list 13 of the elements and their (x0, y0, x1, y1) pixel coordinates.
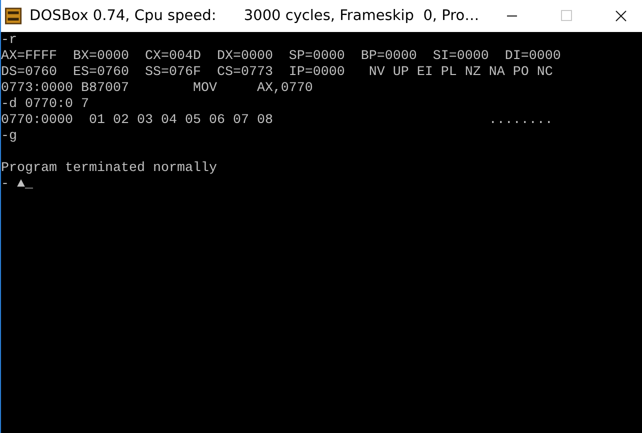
console-line: DS=0760 ES=0760 SS=076F CS=0773 IP=0000 NV UP EI PL NZ NA PO NC (1, 65, 554, 81)
console-line: AX=FFFF BX=0000 CX=004D DX=0000 SP=0000 BP=0000 SI=0000 DI=0000 (1, 49, 562, 65)
app-logo-icon (5, 7, 22, 25)
maximize-icon (560, 10, 573, 22)
console-line: - ▲_ (1, 177, 34, 193)
console-line: 0773:0000 B87007 MOV AX,0770 (1, 81, 314, 97)
console-line: Program terminated normally (1, 161, 218, 177)
console-line: -r (1, 33, 18, 49)
console-line: 0770:0000 01 02 03 04 05 06 07 08 ........ (1, 113, 554, 129)
console-line: -g (1, 129, 18, 145)
close-icon (614, 10, 627, 22)
console-line: -d 0770:0 7 (1, 97, 90, 113)
window-title: DOSBox 0.74, Cpu speed: 3000 cycles, Frameskip 0, Pro… (30, 8, 480, 24)
